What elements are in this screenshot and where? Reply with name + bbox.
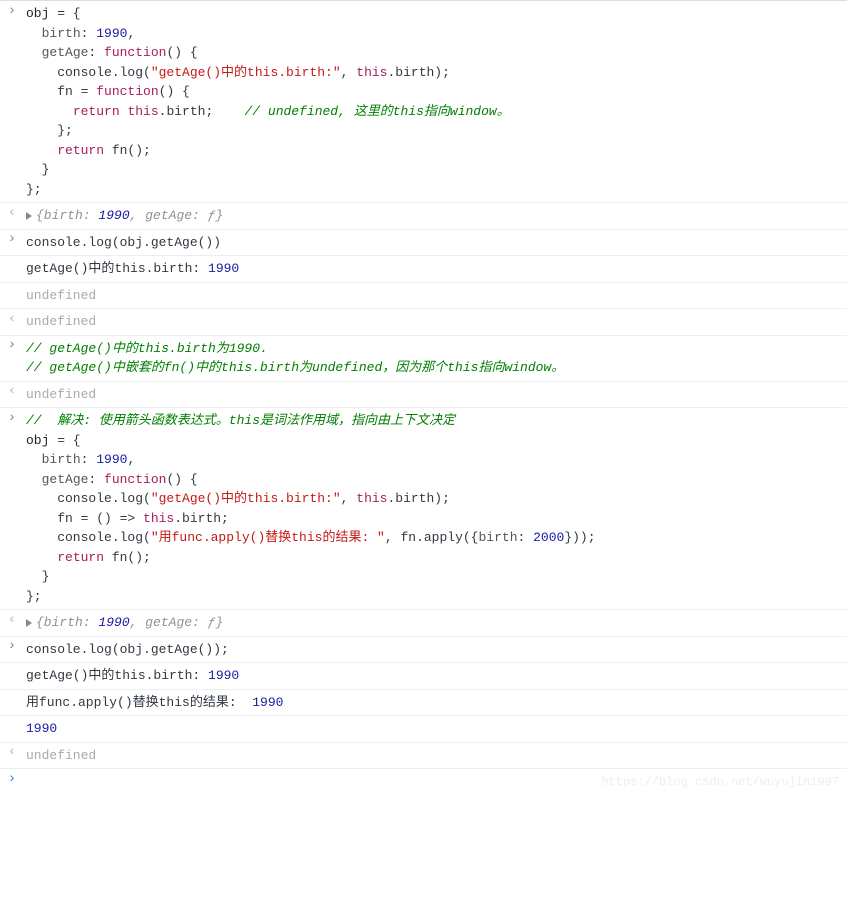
- input-code: // 解决: 使用箭头函数表达式。this是词法作用域，指向由上下文决定obj …: [26, 411, 843, 606]
- console-entry: getAge()中的this.birth: 1990: [0, 255, 847, 282]
- input-icon: [6, 412, 18, 424]
- console-entry: console.log(obj.getAge()): [0, 229, 847, 256]
- log-message: getAge()中的this.birth: 1990: [26, 259, 843, 279]
- console-entry: console.log(obj.getAge());: [0, 636, 847, 663]
- console-entry: // 解决: 使用箭头函数表达式。this是词法作用域，指向由上下文决定obj …: [0, 407, 847, 609]
- object-preview[interactable]: {birth: 1990, getAge: ƒ}: [36, 615, 223, 630]
- console-entry: {birth: 1990, getAge: ƒ}: [0, 202, 847, 229]
- log-message: getAge()中的this.birth: 1990: [26, 666, 843, 686]
- output-object: {birth: 1990, getAge: ƒ}: [26, 613, 843, 633]
- prompt-icon: [6, 773, 18, 785]
- output-icon: [6, 747, 18, 759]
- console-panel: obj = { birth: 1990, getAge: function() …: [0, 0, 847, 788]
- output-undefined: undefined: [26, 746, 843, 766]
- console-entry: undefined: [0, 742, 847, 769]
- output-icon: [6, 313, 18, 325]
- input-icon: [6, 234, 18, 246]
- console-entry: undefined: [0, 381, 847, 408]
- console-entry: 用func.apply()替换this的结果: 1990: [0, 689, 847, 716]
- console-entry: // getAge()中的this.birth为1990.// getAge()…: [0, 335, 847, 381]
- expand-triangle-icon[interactable]: [26, 619, 32, 627]
- input-icon: [6, 340, 18, 352]
- log-icon: [6, 287, 18, 299]
- output-undefined: undefined: [26, 312, 843, 332]
- log-message: 用func.apply()替换this的结果: 1990: [26, 693, 843, 713]
- console-entry: getAge()中的this.birth: 1990: [0, 662, 847, 689]
- expand-triangle-icon[interactable]: [26, 212, 32, 220]
- output-icon: [6, 386, 18, 398]
- input-code: console.log(obj.getAge());: [26, 640, 843, 660]
- console-entry: {birth: 1990, getAge: ƒ}: [0, 609, 847, 636]
- log-message: undefined: [26, 286, 843, 306]
- log-message: 1990: [26, 719, 843, 739]
- output-undefined: undefined: [26, 385, 843, 405]
- log-icon: [6, 260, 18, 272]
- input-code: // getAge()中的this.birth为1990.// getAge()…: [26, 339, 843, 378]
- console-entry: obj = { birth: 1990, getAge: function() …: [0, 0, 847, 202]
- log-icon: [6, 720, 18, 732]
- input-icon: [6, 5, 18, 17]
- console-prompt[interactable]: https://blog.csdn.net/wuyujin1997: [0, 768, 847, 788]
- input-code: console.log(obj.getAge()): [26, 233, 843, 253]
- object-preview[interactable]: {birth: 1990, getAge: ƒ}: [36, 208, 223, 223]
- watermark-text: https://blog.csdn.net/wuyujin1997: [601, 773, 839, 791]
- console-entry: 1990: [0, 715, 847, 742]
- output-object: {birth: 1990, getAge: ƒ}: [26, 206, 843, 226]
- log-icon: [6, 694, 18, 706]
- output-icon: [6, 207, 18, 219]
- console-entry: undefined: [0, 308, 847, 335]
- console-entry: undefined: [0, 282, 847, 309]
- input-icon: [6, 641, 18, 653]
- log-icon: [6, 667, 18, 679]
- input-code: obj = { birth: 1990, getAge: function() …: [26, 4, 843, 199]
- output-icon: [6, 614, 18, 626]
